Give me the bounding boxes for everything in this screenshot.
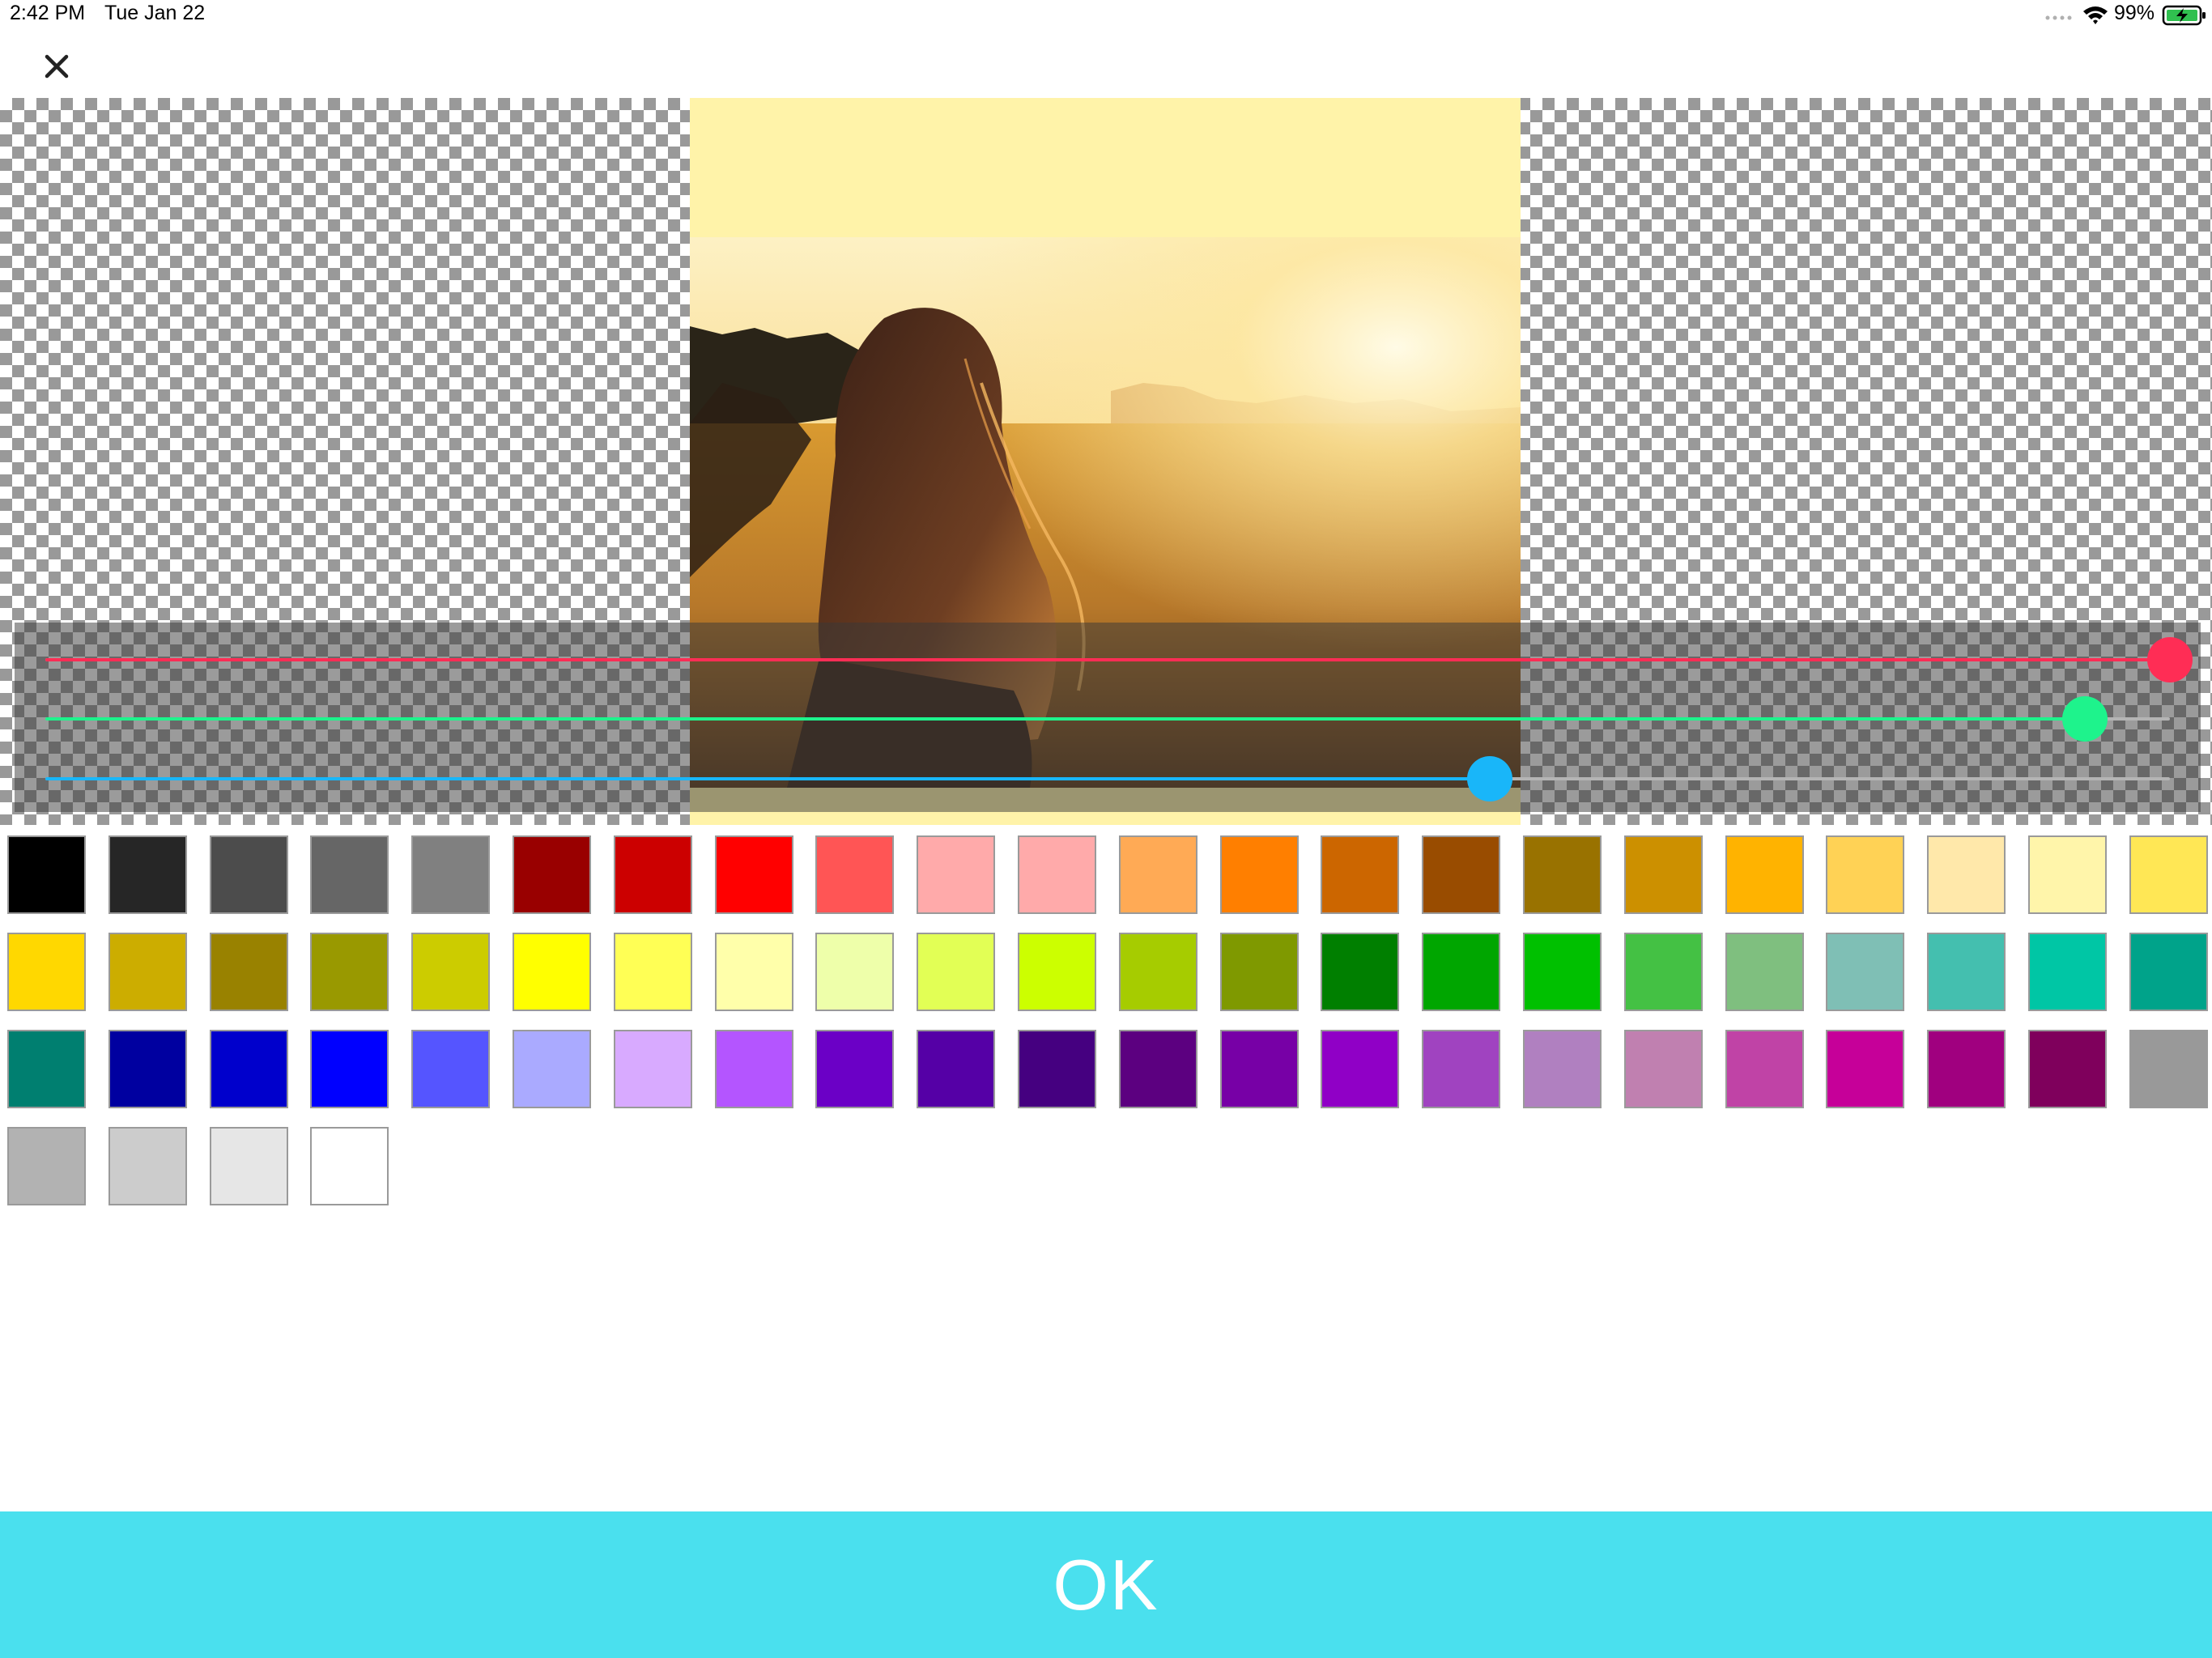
blue-slider-thumb[interactable]	[1467, 756, 1513, 801]
color-swatch[interactable]	[2129, 933, 2208, 1011]
color-swatch[interactable]	[310, 1030, 389, 1108]
color-swatch[interactable]	[310, 1127, 389, 1205]
battery-charging-icon	[2162, 5, 2206, 26]
blue-slider-fill	[45, 777, 1491, 780]
color-swatch[interactable]	[1422, 1030, 1500, 1108]
red-slider-thumb[interactable]	[2147, 637, 2193, 682]
color-swatch[interactable]	[715, 1030, 793, 1108]
color-swatch[interactable]	[1624, 1030, 1703, 1108]
color-swatch[interactable]	[1422, 835, 1500, 914]
color-swatch[interactable]	[614, 835, 692, 914]
status-date: Tue Jan 22	[104, 2, 206, 24]
color-swatch[interactable]	[411, 1030, 490, 1108]
close-icon	[45, 54, 69, 79]
green-slider-fill	[45, 717, 2086, 721]
color-swatch[interactable]	[614, 933, 692, 1011]
color-swatch[interactable]	[1624, 835, 1703, 914]
green-slider[interactable]	[45, 696, 2170, 742]
color-picker-screen: 2:42 PM Tue Jan 22 99% OK	[0, 0, 2212, 1658]
green-slider-thumb[interactable]	[2062, 696, 2108, 742]
color-swatch[interactable]	[1826, 1030, 1904, 1108]
color-swatch[interactable]	[1927, 835, 2006, 914]
color-swatch[interactable]	[614, 1030, 692, 1108]
color-swatch[interactable]	[2028, 835, 2107, 914]
color-swatch[interactable]	[2129, 835, 2208, 914]
color-swatch[interactable]	[310, 835, 389, 914]
color-swatch[interactable]	[1321, 1030, 1399, 1108]
color-swatch[interactable]	[210, 1030, 288, 1108]
color-swatch[interactable]	[1018, 933, 1096, 1011]
color-palette	[7, 835, 2208, 1216]
red-slider[interactable]	[45, 637, 2193, 682]
color-swatch[interactable]	[1220, 933, 1299, 1011]
blue-slider[interactable]	[45, 756, 2170, 801]
color-swatch[interactable]	[411, 933, 490, 1011]
color-swatch[interactable]	[108, 1030, 187, 1108]
color-swatch[interactable]	[715, 835, 793, 914]
close-button[interactable]	[36, 45, 78, 87]
color-swatch[interactable]	[1119, 835, 1197, 914]
color-swatch[interactable]	[917, 1030, 995, 1108]
color-swatch[interactable]	[2129, 1030, 2208, 1108]
color-swatch[interactable]	[1624, 933, 1703, 1011]
color-swatch[interactable]	[108, 835, 187, 914]
color-swatch[interactable]	[1826, 835, 1904, 914]
ok-button[interactable]: OK	[0, 1511, 2212, 1658]
rgb-slider-panel	[15, 623, 2201, 812]
color-swatch[interactable]	[1321, 835, 1399, 914]
color-swatch[interactable]	[1725, 835, 1804, 914]
color-swatch[interactable]	[411, 835, 490, 914]
color-swatch[interactable]	[1321, 933, 1399, 1011]
color-swatch[interactable]	[310, 933, 389, 1011]
color-swatch[interactable]	[815, 1030, 894, 1108]
color-swatch[interactable]	[1523, 933, 1602, 1011]
color-swatch[interactable]	[108, 933, 187, 1011]
color-swatch[interactable]	[1725, 1030, 1804, 1108]
color-swatch[interactable]	[1220, 835, 1299, 914]
color-swatch[interactable]	[815, 835, 894, 914]
color-swatch[interactable]	[2028, 933, 2107, 1011]
color-swatch[interactable]	[1826, 933, 1904, 1011]
status-bar: 2:42 PM Tue Jan 22 99%	[0, 0, 2212, 32]
color-swatch[interactable]	[1422, 933, 1500, 1011]
color-swatch[interactable]	[7, 933, 86, 1011]
wifi-icon	[2083, 6, 2108, 24]
editor-canvas	[0, 98, 2212, 825]
color-swatch[interactable]	[7, 1030, 86, 1108]
color-swatch[interactable]	[917, 835, 995, 914]
color-swatch[interactable]	[1018, 1030, 1096, 1108]
color-swatch[interactable]	[1119, 1030, 1197, 1108]
color-swatch[interactable]	[210, 835, 288, 914]
battery-percent: 99%	[2114, 2, 2155, 24]
color-swatch[interactable]	[1927, 933, 2006, 1011]
red-slider-fill	[45, 658, 2170, 661]
color-swatch[interactable]	[210, 933, 288, 1011]
color-swatch[interactable]	[513, 933, 591, 1011]
color-swatch[interactable]	[815, 933, 894, 1011]
color-swatch[interactable]	[1119, 933, 1197, 1011]
color-swatch[interactable]	[1523, 835, 1602, 914]
color-swatch[interactable]	[917, 933, 995, 1011]
color-swatch[interactable]	[1523, 1030, 1602, 1108]
color-swatch[interactable]	[1927, 1030, 2006, 1108]
status-time: 2:42 PM	[10, 2, 86, 24]
color-swatch[interactable]	[7, 1127, 86, 1205]
color-swatch[interactable]	[108, 1127, 187, 1205]
color-swatch[interactable]	[1725, 933, 1804, 1011]
color-swatch[interactable]	[7, 835, 86, 914]
color-swatch[interactable]	[513, 835, 591, 914]
color-swatch[interactable]	[715, 933, 793, 1011]
color-swatch[interactable]	[210, 1127, 288, 1205]
color-swatch[interactable]	[1220, 1030, 1299, 1108]
color-swatch[interactable]	[513, 1030, 591, 1108]
color-swatch[interactable]	[1018, 835, 1096, 914]
cellular-dots-icon	[2045, 15, 2072, 20]
color-swatch[interactable]	[2028, 1030, 2107, 1108]
